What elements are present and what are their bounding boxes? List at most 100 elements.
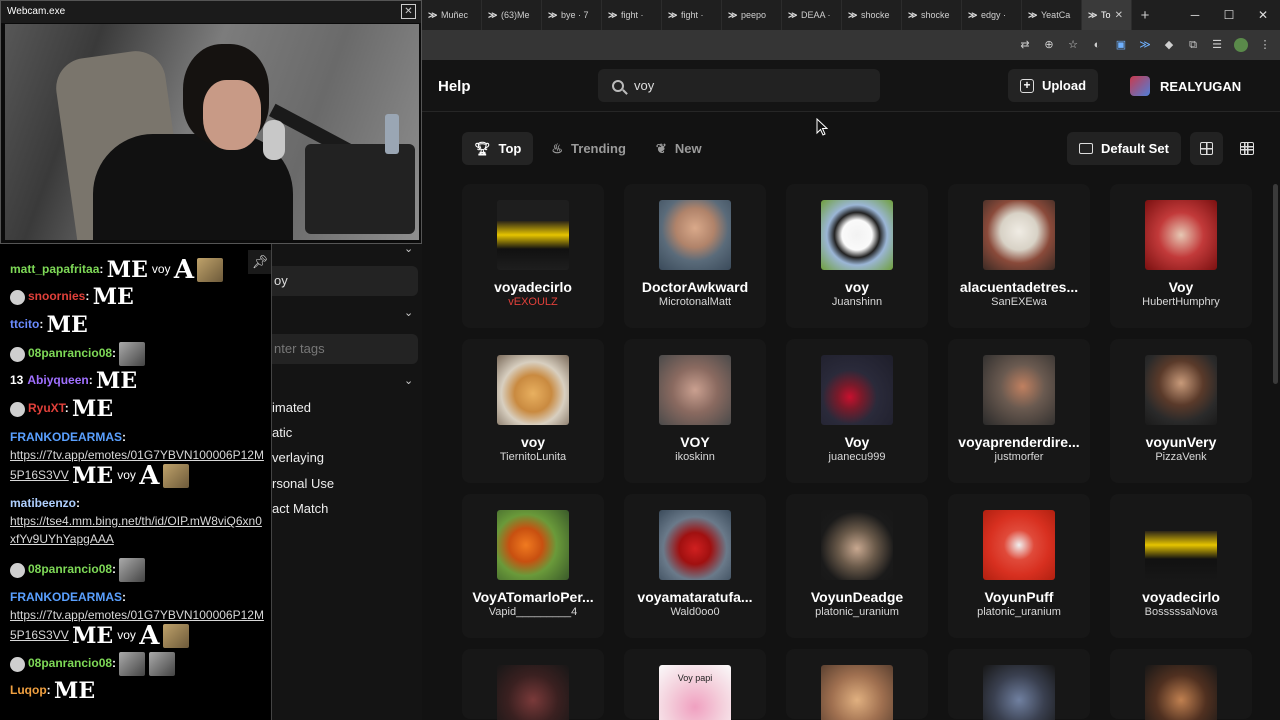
browser-tab[interactable]: ≫ shocke — [842, 0, 902, 30]
emote-author[interactable]: platonic_uranium — [952, 606, 1086, 618]
emote-author[interactable]: TiernitoLunita — [466, 451, 600, 463]
search-input[interactable] — [634, 78, 834, 93]
chat-link[interactable]: https://7tv.app/emotes/01G7YBVN100006P12… — [10, 448, 264, 482]
chat-username[interactable]: snoornies — [28, 289, 85, 303]
maximize-icon[interactable]: ☐ — [1212, 0, 1246, 30]
chat-link[interactable]: https://tse4.mm.bing.net/th/id/OIP.mW8vi… — [10, 514, 262, 546]
extension-translate-icon[interactable]: ▣ — [1114, 38, 1128, 52]
emote-author[interactable]: MicrotonalMatt — [628, 296, 762, 308]
option-static[interactable]: atic — [272, 425, 292, 440]
zoom-icon[interactable]: ⊕ — [1042, 38, 1056, 52]
browser-menu-icon[interactable]: ⋮ — [1258, 38, 1272, 52]
emote-card[interactable]: VOY ikoskinn — [624, 339, 766, 483]
emote-card[interactable]: voyadecirlo BosssssaNova — [1110, 494, 1252, 638]
option-animated[interactable]: imated — [272, 400, 311, 415]
emote-author[interactable]: Vapid_________4 — [466, 606, 600, 618]
browser-tab[interactable]: ≫ YeatCa — [1022, 0, 1082, 30]
chat-username[interactable]: 08panrancio08 — [28, 656, 112, 670]
emote-card[interactable]: DoctorAwkward MicrotonalMatt — [624, 184, 766, 328]
emote-author[interactable]: Juanshinn — [790, 296, 924, 308]
upload-button[interactable]: + Upload — [1008, 69, 1098, 102]
chat-username[interactable]: 08panrancio08 — [28, 346, 112, 360]
tags-input[interactable]: nter tags — [272, 334, 418, 364]
emote-card[interactable]: voyadecirlo vEXOULZ — [462, 184, 604, 328]
emote-card[interactable] — [1110, 649, 1252, 720]
emote-author[interactable]: HubertHumphry — [1114, 296, 1248, 308]
view-small-grid-button[interactable] — [1230, 132, 1263, 165]
close-tab-icon[interactable]: ✕ — [1115, 10, 1123, 21]
default-set-button[interactable]: Default Set — [1067, 132, 1181, 165]
emote-card[interactable]: voyamataratufa... Wald0oo0 — [624, 494, 766, 638]
user-menu[interactable]: REALYUGAN — [1130, 76, 1241, 96]
emote-author[interactable]: Wald0oo0 — [628, 606, 762, 618]
filter-new[interactable]: ❦ New — [644, 132, 714, 165]
extension-icon[interactable]: ◐ — [1090, 38, 1104, 52]
emote-author[interactable]: platonic_uranium — [790, 606, 924, 618]
emote-card[interactable] — [786, 649, 928, 720]
emote-card[interactable]: VoyATomarloPer... Vapid_________4 — [462, 494, 604, 638]
option-exact-match[interactable]: act Match — [272, 501, 328, 516]
page-scrollbar[interactable] — [1273, 184, 1278, 384]
emote-card[interactable]: Voy juanecu999 — [786, 339, 928, 483]
extension-7tv-icon[interactable]: ≫ — [1138, 38, 1152, 52]
emote-card[interactable]: alacuentadetres... SanEXEwa — [948, 184, 1090, 328]
emote-search[interactable] — [598, 69, 880, 102]
browser-tab[interactable]: ≫ edgy · — [962, 0, 1022, 30]
filter-trending[interactable]: ♨ Trending — [539, 132, 638, 165]
browser-tab[interactable]: ≫ fight · — [602, 0, 662, 30]
emote-author[interactable]: justmorfer — [952, 451, 1086, 463]
browser-tab[interactable]: ≫ shocke — [902, 0, 962, 30]
browser-tab[interactable]: ≫ (63)Me — [482, 0, 542, 30]
emote-card[interactable]: voyunVery PizzaVenk — [1110, 339, 1252, 483]
emote-author[interactable]: PizzaVenk — [1114, 451, 1248, 463]
sidebar-search-field[interactable]: oy — [272, 266, 418, 296]
browser-tab[interactable]: ≫ Muñec — [422, 0, 482, 30]
emote-author[interactable]: vEXOULZ — [466, 296, 600, 308]
chat-username[interactable]: Abiyqueen — [27, 373, 88, 387]
chat-username[interactable]: matt_papafritaa — [10, 262, 99, 276]
browser-tab[interactable]: ≫ fight · — [662, 0, 722, 30]
reading-list-icon[interactable]: ☰ — [1210, 38, 1224, 52]
emote-author[interactable]: SanEXEwa — [952, 296, 1086, 308]
chevron-down-icon[interactable]: ⌄ — [404, 306, 413, 319]
emote-card[interactable] — [462, 649, 604, 720]
chat-link[interactable]: https://7tv.app/emotes/01G7YBVN100006P12… — [10, 608, 264, 642]
emote-card[interactable]: Voy papi — [624, 649, 766, 720]
chat-username[interactable]: matibeenzo — [10, 496, 76, 510]
emote-author[interactable]: BosssssaNova — [1114, 606, 1248, 618]
view-large-grid-button[interactable] — [1190, 132, 1223, 165]
browser-tab[interactable]: ≫ peepo — [722, 0, 782, 30]
emote-card[interactable] — [948, 649, 1090, 720]
emote-author[interactable]: ikoskinn — [628, 451, 762, 463]
emote-card[interactable]: voyaprenderdire... justmorfer — [948, 339, 1090, 483]
option-overlaying[interactable]: verlaying — [272, 450, 324, 465]
chat-username[interactable]: RyuXT — [28, 401, 65, 415]
chevron-down-icon[interactable]: ⌄ — [404, 374, 413, 387]
close-window-icon[interactable]: ✕ — [1246, 0, 1280, 30]
minimize-icon[interactable]: ─ — [1178, 0, 1212, 30]
emote-card[interactable]: Voy HubertHumphry — [1110, 184, 1252, 328]
close-icon[interactable]: ✕ — [401, 4, 416, 19]
bookmark-star-icon[interactable]: ☆ — [1066, 38, 1080, 52]
chat-username[interactable]: ttcito — [10, 317, 39, 331]
emote-card[interactable]: VoyunPuff platonic_uranium — [948, 494, 1090, 638]
translate-icon[interactable]: ⇄ — [1018, 38, 1032, 52]
filter-top[interactable]: 🏆︎ Top — [462, 132, 534, 165]
emote-author[interactable]: juanecu999 — [790, 451, 924, 463]
emote-card[interactable]: voy TiernitoLunita — [462, 339, 604, 483]
browser-tab[interactable]: ≫ DEAA · — [782, 0, 842, 30]
browser-tab[interactable]: ≫ To ✕ — [1082, 0, 1132, 30]
option-personal-use[interactable]: rsonal Use — [272, 476, 334, 491]
browser-tab[interactable]: ≫ bye · 7 — [542, 0, 602, 30]
emote-card[interactable]: voy Juanshinn — [786, 184, 928, 328]
emote-card[interactable]: VoyunDeadge platonic_uranium — [786, 494, 928, 638]
new-tab-button[interactable]: + — [1132, 7, 1158, 24]
chat-username[interactable]: FRANKODEARMAS — [10, 590, 122, 604]
chat-username[interactable]: 08panrancio08 — [28, 562, 112, 576]
chat-username[interactable]: FRANKODEARMAS — [10, 430, 122, 444]
extensions-puzzle-icon[interactable]: ⧉ — [1186, 38, 1200, 52]
profile-avatar[interactable] — [1234, 38, 1248, 52]
help-link[interactable]: Help — [438, 78, 471, 95]
extension-diamond-icon[interactable]: ◆ — [1162, 38, 1176, 52]
chat-username[interactable]: Luqop — [10, 683, 47, 697]
